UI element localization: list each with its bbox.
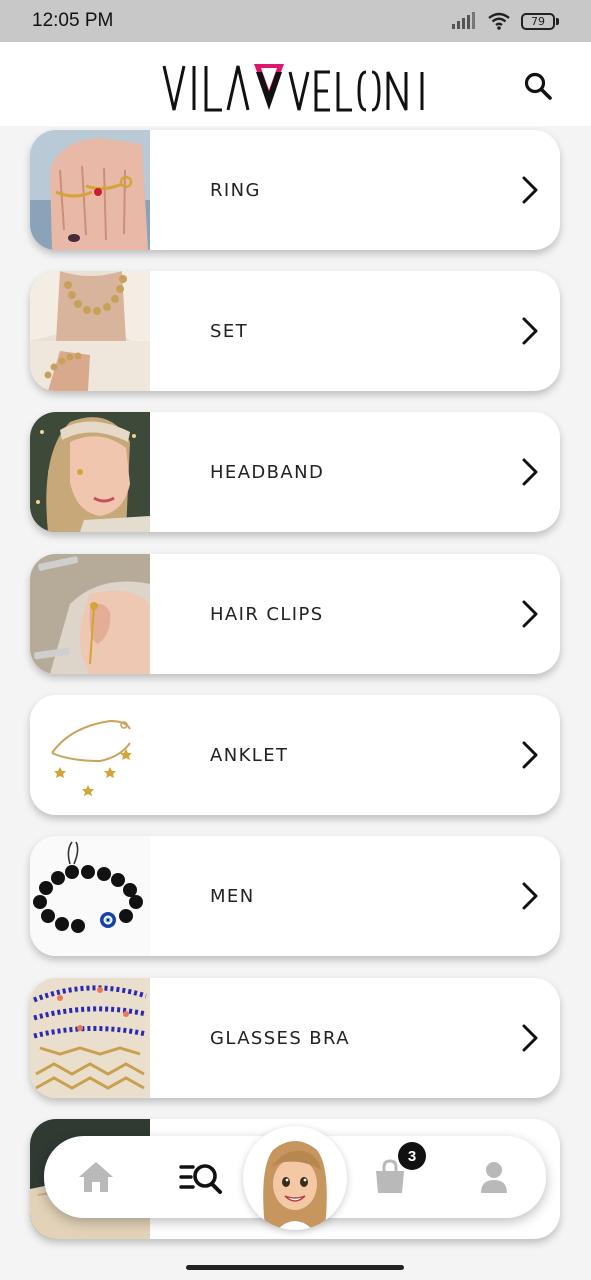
wifi-icon — [488, 12, 510, 30]
category-label: HEADBAND — [210, 461, 325, 483]
status-icons: 79 — [451, 12, 559, 30]
category-label: RING — [210, 179, 261, 201]
category-thumbnail — [30, 130, 150, 250]
menu-search-icon — [179, 1164, 222, 1194]
chevron-right-icon — [522, 176, 538, 204]
category-card-ring[interactable]: RING — [30, 130, 560, 250]
category-card-set[interactable]: SET — [30, 271, 560, 391]
chevron-right-icon — [522, 882, 538, 910]
chevron-right-icon — [522, 458, 538, 486]
category-label: HAIR CLIPS — [210, 603, 324, 625]
avatar — [245, 1128, 345, 1228]
bottom-nav: 3 — [44, 1126, 546, 1230]
brand-logo[interactable] — [162, 54, 432, 114]
nav-avatar-button[interactable] — [243, 1126, 347, 1230]
category-card-headband[interactable]: HEADBAND — [30, 412, 560, 532]
search-icon — [524, 72, 552, 100]
user-icon — [481, 1162, 507, 1193]
status-bar: 12:05 PM 79 — [0, 0, 591, 42]
category-card-glasses-bra[interactable]: GLASSES BRA — [30, 978, 560, 1098]
battery-icon: 79 — [521, 12, 559, 30]
home-icon — [79, 1162, 113, 1192]
battery-level: 79 — [521, 12, 555, 30]
category-card-hair-clips[interactable]: HAIR CLIPS — [30, 554, 560, 674]
nav-categories-button[interactable] — [176, 1156, 226, 1198]
category-label: GLASSES BRA — [210, 1027, 350, 1049]
category-thumbnail — [30, 695, 150, 815]
category-thumbnail — [30, 978, 150, 1098]
cart-count-badge: 3 — [398, 1142, 426, 1170]
category-thumbnail — [30, 412, 150, 532]
signal-icon — [452, 12, 475, 29]
category-thumbnail — [30, 554, 150, 674]
battery-tip — [556, 17, 559, 25]
category-card-anklet[interactable]: ANKLET — [30, 695, 560, 815]
category-card-men[interactable]: MEN — [30, 836, 560, 956]
category-label: SET — [210, 320, 248, 342]
app-header — [0, 42, 591, 126]
category-label: MEN — [210, 885, 255, 907]
nav-home-button[interactable] — [74, 1156, 118, 1198]
chevron-right-icon — [522, 741, 538, 769]
chevron-right-icon — [522, 600, 538, 628]
status-time: 12:05 PM — [32, 10, 114, 31]
chevron-right-icon — [522, 317, 538, 345]
chevron-right-icon — [522, 1024, 538, 1052]
nav-profile-button[interactable] — [472, 1156, 516, 1198]
category-label: ANKLET — [210, 744, 289, 766]
category-thumbnail — [30, 836, 150, 956]
screen: 12:05 PM 79 RING SET HEADBAND HAIR CLIPS… — [0, 0, 591, 1280]
category-thumbnail — [30, 271, 150, 391]
home-indicator[interactable] — [186, 1265, 404, 1270]
search-button[interactable] — [520, 68, 556, 104]
